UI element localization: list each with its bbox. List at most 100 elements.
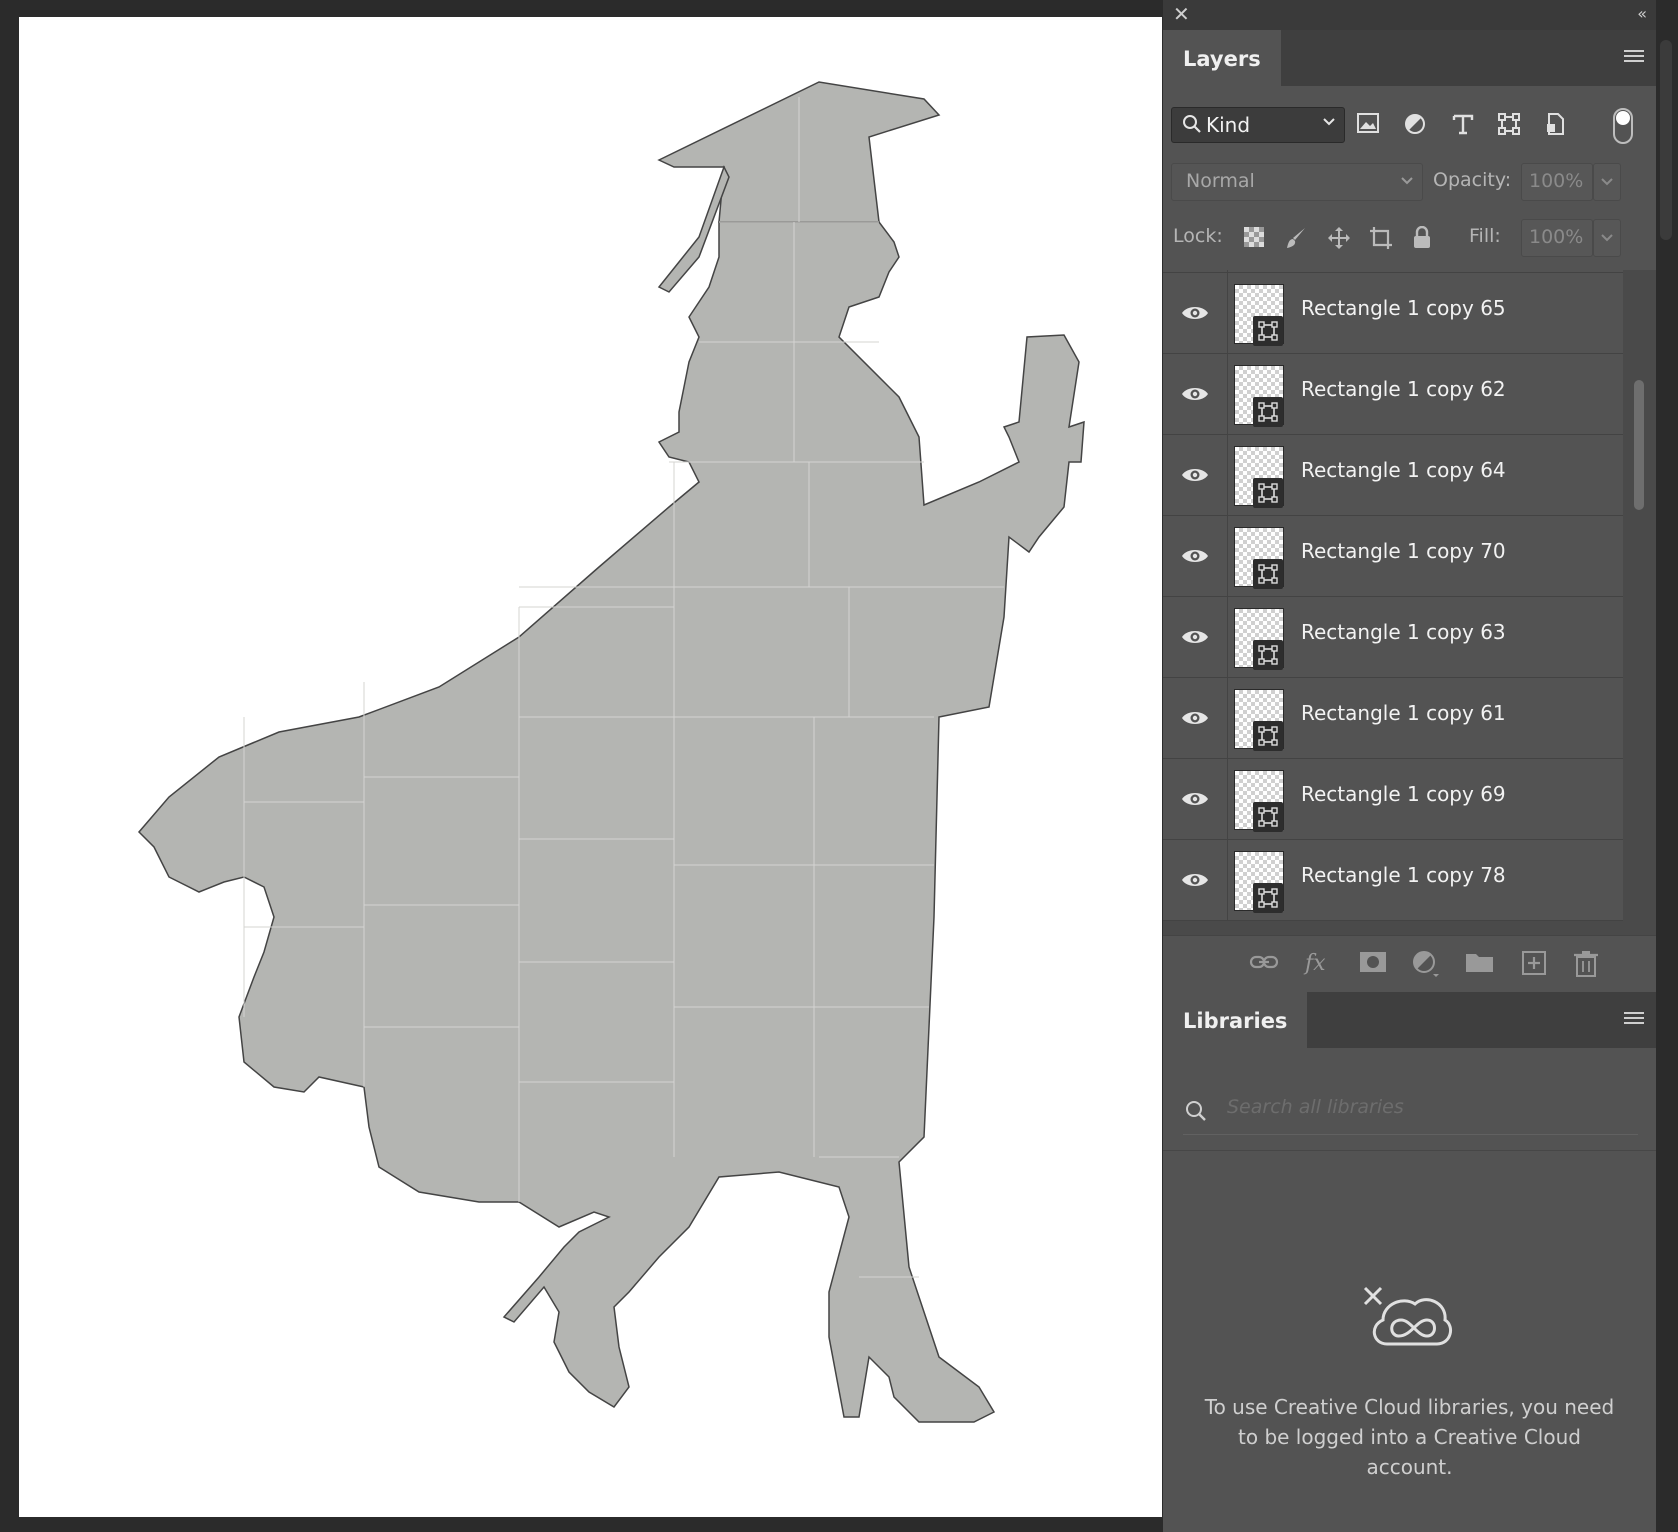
fx-icon[interactable]: fx (1303, 950, 1333, 976)
shape-layer-badge (1253, 559, 1283, 589)
mask-icon[interactable] (1359, 950, 1387, 974)
layer-row[interactable]: Rectangle 1 copy 62 (1163, 354, 1623, 435)
trash-icon[interactable] (1573, 950, 1599, 978)
layer-name[interactable]: Rectangle 1 copy 64 (1301, 458, 1506, 482)
opacity-value: 100% (1529, 170, 1584, 192)
type-layer-filter-icon[interactable] (1451, 112, 1475, 136)
chevron-down-icon (1601, 178, 1613, 186)
shape-layer-badge (1253, 478, 1283, 508)
eye-column-divider (1227, 759, 1228, 839)
shape-icon (1258, 807, 1278, 827)
layers-footer-toolbar: fx (1163, 935, 1656, 990)
layers-tabbar: Layers (1163, 30, 1656, 86)
shape-layer-badge (1253, 802, 1283, 832)
eye-column-divider (1227, 840, 1228, 920)
opacity-input[interactable]: 100% (1521, 163, 1593, 201)
fill-input[interactable]: 100% (1521, 219, 1593, 257)
filter-kind-dropdown[interactable]: Kind (1171, 107, 1345, 143)
layers-scrollbar-thumb[interactable] (1634, 380, 1644, 510)
pixel-layer-filter-icon[interactable] (1356, 112, 1380, 134)
opacity-dropdown-button[interactable] (1593, 163, 1621, 201)
shape-icon (1258, 726, 1278, 746)
eye-icon[interactable] (1181, 304, 1209, 322)
lock-row: Lock: Fill: 100% (1163, 218, 1656, 258)
eye-icon[interactable] (1181, 466, 1209, 484)
panel-dock-header: ✕ ‹‹ (1163, 0, 1656, 30)
opacity-label: Opacity: (1433, 169, 1512, 191)
eye-column-divider (1227, 273, 1228, 353)
libraries-login-message: To use Creative Cloud libraries, you nee… (1204, 1395, 1615, 1479)
chevron-down-icon (1323, 118, 1335, 126)
layer-name[interactable]: Rectangle 1 copy 78 (1301, 863, 1506, 887)
tab-layers[interactable]: Layers (1163, 30, 1281, 86)
layer-name[interactable]: Rectangle 1 copy 70 (1301, 539, 1506, 563)
eye-icon[interactable] (1181, 385, 1209, 403)
collapse-icon[interactable]: ‹‹ (1637, 4, 1647, 23)
search-icon (1186, 1101, 1206, 1121)
chevron-down-icon (1401, 177, 1413, 185)
blend-mode-dropdown[interactable]: Normal (1171, 163, 1423, 201)
layers-scrollbar[interactable] (1623, 270, 1656, 935)
layer-name[interactable]: Rectangle 1 copy 65 (1301, 296, 1506, 320)
layer-row[interactable]: Rectangle 1 copy 64 (1163, 435, 1623, 516)
shape-layer-filter-icon[interactable] (1497, 112, 1521, 136)
chevron-down-icon (1601, 234, 1613, 242)
layer-row[interactable]: Rectangle 1 copy 65 (1163, 273, 1623, 354)
eye-icon[interactable] (1181, 790, 1209, 808)
eye-column-divider (1227, 270, 1228, 272)
panel-dock: ✕ ‹‹ Layers Kind Normal Opacity: 100% Lo… (1163, 0, 1656, 1532)
adjustment-icon[interactable] (1411, 950, 1441, 978)
layer-row[interactable]: Rectangle 1 copy 78 (1163, 840, 1623, 921)
eye-icon[interactable] (1181, 871, 1209, 889)
shape-icon (1258, 402, 1278, 422)
adjustment-layer-filter-icon[interactable] (1403, 112, 1427, 136)
libraries-search[interactable]: Search all libraries (1183, 1084, 1638, 1135)
libraries-divider (1163, 1150, 1656, 1151)
smart-object-filter-icon[interactable] (1543, 112, 1567, 136)
lock-position-icon[interactable] (1327, 226, 1351, 250)
layer-name[interactable]: Rectangle 1 copy 61 (1301, 701, 1506, 725)
tab-libraries[interactable]: Libraries (1163, 992, 1308, 1048)
libraries-panel-body: Search all libraries To use Creative Clo… (1163, 1048, 1656, 1532)
layer-name[interactable]: Rectangle 1 copy 63 (1301, 620, 1506, 644)
layer-row[interactable]: Rectangle 1 copy 69 (1163, 759, 1623, 840)
new-layer-icon[interactable] (1521, 950, 1547, 976)
layer-filter-row: Kind (1163, 86, 1656, 144)
fill-value: 100% (1529, 226, 1584, 248)
document-area (0, 0, 1162, 1532)
eye-icon[interactable] (1181, 547, 1209, 565)
filter-toggle-switch[interactable] (1613, 108, 1633, 144)
eye-icon[interactable] (1181, 628, 1209, 646)
fill-dropdown-button[interactable] (1593, 219, 1621, 257)
eye-icon[interactable] (1181, 709, 1209, 727)
layer-name[interactable]: Rectangle 1 copy 69 (1301, 782, 1506, 806)
layer-row[interactable]: Rectangle 1 copy 61 (1163, 678, 1623, 759)
document-canvas[interactable] (19, 17, 1162, 1517)
graduate-silhouette (137, 81, 1085, 1423)
filter-kind-label: Kind (1206, 113, 1251, 137)
lock-all-icon[interactable] (1411, 226, 1433, 250)
shape-layer-badge (1253, 397, 1283, 427)
panel-menu-icon[interactable] (1624, 50, 1644, 64)
shape-icon (1258, 483, 1278, 503)
lock-artboard-icon[interactable] (1369, 226, 1393, 250)
libraries-tabbar: Libraries (1163, 992, 1656, 1048)
layer-name[interactable]: Rectangle 1 copy 62 (1301, 377, 1506, 401)
panel-menu-icon[interactable] (1624, 1012, 1644, 1026)
shape-layer-badge (1253, 883, 1283, 913)
shape-icon (1258, 564, 1278, 584)
eye-column-divider (1227, 435, 1228, 515)
lock-image-pixels-icon[interactable] (1285, 226, 1309, 250)
dock-scrollbar[interactable] (1656, 30, 1678, 1532)
lock-transparent-pixels-icon[interactable] (1243, 226, 1265, 248)
layer-row[interactable]: Rectangle 1 copy 70 (1163, 516, 1623, 597)
search-icon (1183, 115, 1201, 133)
layers-list[interactable]: Rectangle 1 copy 65 Rectangle 1 copy 62 … (1163, 270, 1623, 935)
blend-mode-value: Normal (1186, 170, 1255, 192)
close-icon[interactable]: ✕ (1173, 4, 1190, 24)
layer-row[interactable]: Rectangle 1 copy 63 (1163, 597, 1623, 678)
folder-icon[interactable] (1465, 950, 1495, 974)
dock-scrollbar-thumb[interactable] (1660, 40, 1672, 240)
link-icon[interactable] (1249, 950, 1279, 974)
creative-cloud-disconnected-icon (1363, 1286, 1453, 1346)
